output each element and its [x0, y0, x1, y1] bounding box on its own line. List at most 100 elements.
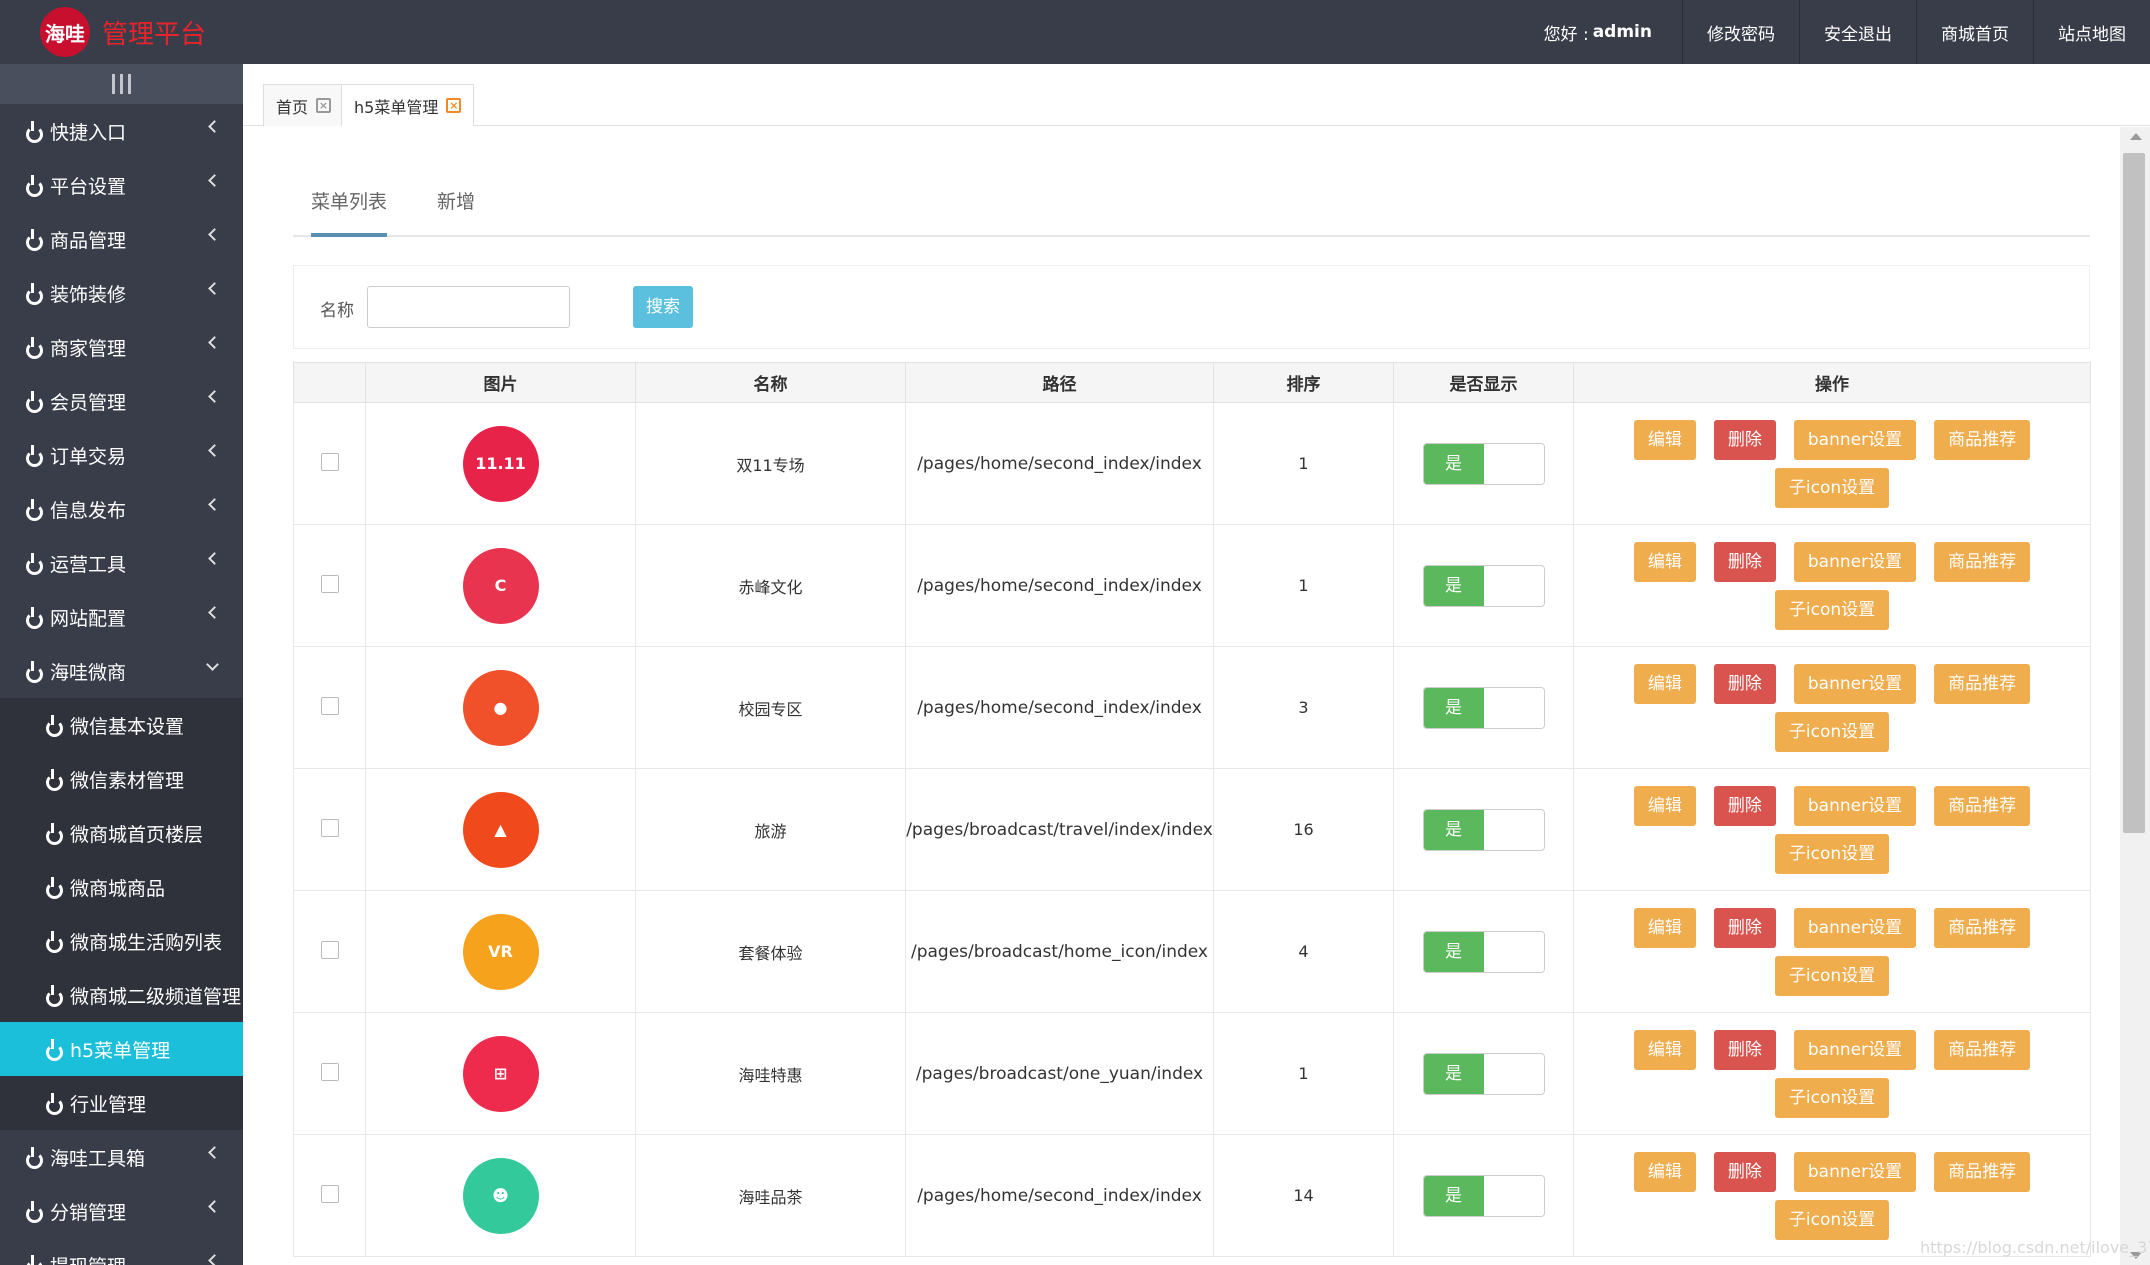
banner-settings-button[interactable]: banner设置: [1793, 541, 1917, 582]
scroll-up-icon[interactable]: [2130, 133, 2142, 140]
table-row: ● 校园专区/pages/home/second_index/index 3 是 编辑删…: [293, 646, 2091, 769]
brand[interactable]: 海哇 管理平台: [40, 6, 206, 58]
banner-settings-button[interactable]: banner设置: [1793, 785, 1917, 826]
sidebar-item[interactable]: 网站配置: [0, 590, 243, 644]
product-recommend-button[interactable]: 商品推荐: [1934, 541, 2031, 582]
page-tab-h5-menu[interactable]: h5菜单管理 ×: [341, 84, 475, 126]
edit-button[interactable]: 编辑: [1633, 419, 1696, 460]
sidebar-item[interactable]: 微商城商品: [0, 860, 243, 914]
sidebar-item[interactable]: 商品管理: [0, 212, 243, 266]
sub-icon-settings-button[interactable]: 子icon设置: [1774, 833, 1890, 874]
row-checkbox[interactable]: [320, 1184, 339, 1203]
sidebar-item[interactable]: 分销管理: [0, 1184, 243, 1238]
visible-toggle[interactable]: 是: [1422, 808, 1545, 851]
sidebar-item[interactable]: 微商城二级频道管理: [0, 968, 243, 1022]
sidebar-item[interactable]: 快捷入口: [0, 104, 243, 158]
sidebar-item[interactable]: 平台设置: [0, 158, 243, 212]
edit-button[interactable]: 编辑: [1633, 541, 1696, 582]
power-icon: [24, 1201, 44, 1223]
sidebar-item[interactable]: 海哇工具箱: [0, 1130, 243, 1184]
search-button[interactable]: 搜索: [633, 286, 693, 328]
sidebar-item[interactable]: 订单交易: [0, 428, 243, 482]
row-checkbox[interactable]: [320, 452, 339, 471]
sidebar-item[interactable]: 行业管理: [0, 1076, 243, 1130]
close-icon[interactable]: ×: [316, 98, 332, 113]
name-cell: 赤峰文化: [635, 524, 906, 647]
banner-settings-button[interactable]: banner设置: [1793, 1151, 1917, 1192]
product-recommend-button[interactable]: 商品推荐: [1934, 1151, 2031, 1192]
row-checkbox[interactable]: [320, 940, 339, 959]
row-checkbox[interactable]: [320, 696, 339, 715]
edit-button[interactable]: 编辑: [1633, 1151, 1696, 1192]
banner-settings-button[interactable]: banner设置: [1793, 907, 1917, 948]
sidebar-collapse-button[interactable]: [0, 64, 243, 104]
visible-toggle[interactable]: 是: [1422, 442, 1545, 485]
sidebar-item[interactable]: 微商城首页楼层: [0, 806, 243, 860]
delete-button[interactable]: 删除: [1713, 663, 1776, 704]
row-checkbox[interactable]: [320, 818, 339, 837]
close-icon[interactable]: ×: [446, 98, 462, 113]
sidebar-item[interactable]: 会员管理: [0, 374, 243, 428]
tab-menu-list[interactable]: 菜单列表: [311, 177, 387, 237]
power-icon: [44, 823, 64, 845]
edit-button[interactable]: 编辑: [1633, 907, 1696, 948]
product-recommend-button[interactable]: 商品推荐: [1934, 907, 2031, 948]
edit-button[interactable]: 编辑: [1633, 785, 1696, 826]
sort-cell: 14: [1213, 1134, 1394, 1257]
scrollbar-thumb[interactable]: [2123, 153, 2145, 833]
product-recommend-button[interactable]: 商品推荐: [1934, 1029, 2031, 1070]
sidebar-item-label: h5菜单管理: [70, 1039, 171, 1062]
sub-icon-settings-button[interactable]: 子icon设置: [1774, 467, 1890, 508]
visible-toggle[interactable]: 是: [1422, 930, 1545, 973]
sidebar-item[interactable]: 微信基本设置: [0, 698, 243, 752]
chevron-left-icon: [207, 229, 217, 239]
product-recommend-button[interactable]: 商品推荐: [1934, 419, 2031, 460]
search-name-input[interactable]: [367, 286, 570, 328]
visible-toggle[interactable]: 是: [1422, 1174, 1545, 1217]
delete-button[interactable]: 删除: [1713, 419, 1776, 460]
delete-button[interactable]: 删除: [1713, 541, 1776, 582]
delete-button[interactable]: 删除: [1713, 1151, 1776, 1192]
sidebar-item[interactable]: 运营工具: [0, 536, 243, 590]
delete-button[interactable]: 删除: [1713, 907, 1776, 948]
delete-button[interactable]: 删除: [1713, 1029, 1776, 1070]
row-checkbox[interactable]: [320, 574, 339, 593]
toggle-on-label: 是: [1423, 809, 1484, 850]
visible-toggle[interactable]: 是: [1422, 564, 1545, 607]
sub-icon-settings-button[interactable]: 子icon设置: [1774, 1077, 1890, 1118]
menu-table: 图片 名称 路径 排序 是否显示 操作 11.11 双11专场/pages/hom…: [293, 362, 2091, 1257]
menu-icon: 11.11: [462, 425, 539, 502]
sitemap-link[interactable]: 站点地图: [2033, 0, 2150, 64]
sidebar-item[interactable]: 装饰装修: [0, 266, 243, 320]
sidebar-item[interactable]: 海哇微商: [0, 644, 243, 698]
sidebar-item[interactable]: h5菜单管理: [0, 1022, 243, 1076]
banner-settings-button[interactable]: banner设置: [1793, 1029, 1917, 1070]
delete-button[interactable]: 删除: [1713, 785, 1776, 826]
edit-button[interactable]: 编辑: [1633, 1029, 1696, 1070]
change-password-link[interactable]: 修改密码: [1682, 0, 1799, 64]
mall-home-link[interactable]: 商城首页: [1916, 0, 2033, 64]
banner-settings-button[interactable]: banner设置: [1793, 663, 1917, 704]
row-checkbox[interactable]: [320, 1062, 339, 1081]
tab-add-new[interactable]: 新增: [437, 177, 481, 237]
sidebar-item[interactable]: 提现管理: [0, 1238, 243, 1265]
sub-icon-settings-button[interactable]: 子icon设置: [1774, 1199, 1890, 1240]
visible-toggle[interactable]: 是: [1422, 686, 1545, 729]
sub-icon-settings-button[interactable]: 子icon设置: [1774, 589, 1890, 630]
edit-button[interactable]: 编辑: [1633, 663, 1696, 704]
sidebar-item[interactable]: 微信素材管理: [0, 752, 243, 806]
sub-icon-settings-button[interactable]: 子icon设置: [1774, 955, 1890, 996]
power-icon: [44, 985, 64, 1007]
product-recommend-button[interactable]: 商品推荐: [1934, 663, 2031, 704]
visible-toggle[interactable]: 是: [1422, 1052, 1545, 1095]
menu-icon-glyph: C: [494, 576, 507, 595]
sidebar-item[interactable]: 信息发布: [0, 482, 243, 536]
product-recommend-button[interactable]: 商品推荐: [1934, 785, 2031, 826]
sidebar-item[interactable]: 商家管理: [0, 320, 243, 374]
vertical-scrollbar[interactable]: [2120, 127, 2150, 1265]
sub-icon-settings-button[interactable]: 子icon设置: [1774, 711, 1890, 752]
sidebar-item[interactable]: 微商城生活购列表: [0, 914, 243, 968]
logout-link[interactable]: 安全退出: [1799, 0, 1916, 64]
banner-settings-button[interactable]: banner设置: [1793, 419, 1917, 460]
page-tab-home[interactable]: 首页 ×: [263, 84, 345, 126]
